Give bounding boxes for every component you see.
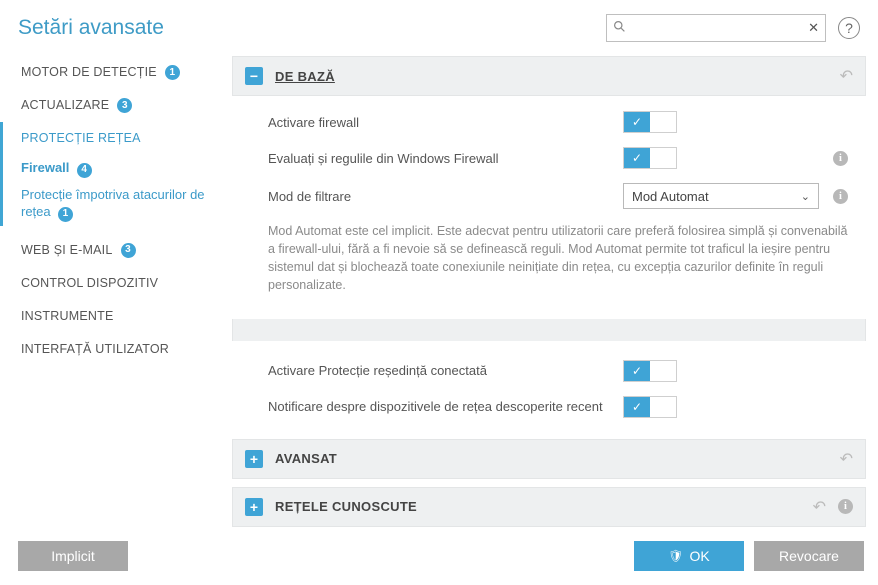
search-icon xyxy=(613,20,626,36)
check-icon: ✓ xyxy=(632,115,642,129)
info-icon[interactable]: i xyxy=(838,499,853,514)
row-label: Mod de filtrare xyxy=(268,189,613,204)
reset-icon[interactable]: ↶ xyxy=(813,497,826,517)
search-input[interactable] xyxy=(607,15,825,41)
section-gap xyxy=(232,319,866,341)
row-label: Evaluați și regulile din Windows Firewal… xyxy=(268,151,613,166)
sidebar-item-label: Firewall xyxy=(21,160,69,175)
row-notify-devices: Notificare despre dispozitivele de rețea… xyxy=(232,389,866,425)
cancel-button[interactable]: Revocare xyxy=(754,541,864,571)
toggle-enable-firewall[interactable]: ✓ xyxy=(623,111,677,133)
row-label: Notificare despre dispozitivele de rețea… xyxy=(268,399,613,414)
sidebar-item-ui[interactable]: INTERFAȚĂ UTILIZATOR xyxy=(0,333,232,366)
badge: 3 xyxy=(121,243,136,258)
row-filter-mode: Mod de filtrare Mod Automat ⌄ i xyxy=(232,176,866,216)
info-icon[interactable]: i xyxy=(833,151,848,166)
toggle-notify-devices[interactable]: ✓ xyxy=(623,396,677,418)
clear-icon[interactable]: ✕ xyxy=(808,20,819,36)
page-title: Setări avansate xyxy=(18,16,164,40)
ok-button-label: OK xyxy=(690,548,710,564)
select-value: Mod Automat xyxy=(632,189,709,204)
reset-icon[interactable]: ↶ xyxy=(840,449,853,469)
chevron-down-icon: ⌄ xyxy=(801,190,810,203)
section-header-networks[interactable]: + REȚELE CUNOSCUTE ↶ i xyxy=(232,487,866,527)
row-eval-win-rules: Evaluați și regulile din Windows Firewal… xyxy=(232,140,866,176)
help-button[interactable]: ? xyxy=(838,17,860,39)
sidebar-item-label: WEB ȘI E-MAIL xyxy=(21,243,113,258)
reset-icon[interactable]: ↶ xyxy=(840,66,853,86)
sidebar-item-label: CONTROL DISPOZITIV xyxy=(21,276,158,291)
sidebar-item-label: INSTRUMENTE xyxy=(21,309,113,324)
ok-button[interactable]: 🛡 OK xyxy=(634,541,744,571)
sidebar-item-tools[interactable]: INSTRUMENTE xyxy=(0,300,232,333)
default-button[interactable]: Implicit xyxy=(18,541,128,571)
section-title[interactable]: DE BAZĂ xyxy=(275,69,335,84)
expand-icon[interactable]: + xyxy=(245,498,263,516)
sidebar-item-label: MOTOR DE DETECȚIE xyxy=(21,65,157,80)
sidebar-item-label: ACTUALIZARE xyxy=(21,98,109,113)
sidebar-item-label: PROTECȚIE REȚEA xyxy=(21,131,141,146)
sidebar: MOTOR DE DETECȚIE 1 ACTUALIZARE 3 PROTEC… xyxy=(0,52,232,531)
sidebar-item-network[interactable]: PROTECȚIE REȚEA xyxy=(0,122,232,155)
sidebar-item-label: INTERFAȚĂ UTILIZATOR xyxy=(21,342,169,357)
section-header-advanced[interactable]: + AVANSAT ↶ xyxy=(232,439,866,479)
section-header-basic[interactable]: − DE BAZĂ ↶ xyxy=(232,56,866,96)
search-box[interactable]: ✕ xyxy=(606,14,826,42)
sidebar-sub-attack-protection[interactable]: Protecție împotriva atacurilor de rețea … xyxy=(0,182,232,226)
collapse-icon[interactable]: − xyxy=(245,67,263,85)
shield-icon: 🛡 xyxy=(668,549,683,563)
badge: 1 xyxy=(58,207,73,222)
content-pane: − DE BAZĂ ↶ Activare firewall ✓ xyxy=(232,52,878,531)
filter-mode-description: Mod Automat este cel implicit. Este adec… xyxy=(232,216,866,305)
sidebar-item-web-email[interactable]: WEB ȘI E-MAIL 3 xyxy=(0,234,232,267)
expand-icon[interactable]: + xyxy=(245,450,263,468)
toggle-home-protect[interactable]: ✓ xyxy=(623,360,677,382)
badge: 1 xyxy=(165,65,180,80)
badge: 3 xyxy=(117,98,132,113)
row-enable-firewall: Activare firewall ✓ xyxy=(232,104,866,140)
section-body-basic-2: Activare Protecție reședință conectată ✓… xyxy=(232,343,866,439)
section-title[interactable]: REȚELE CUNOSCUTE xyxy=(275,499,417,514)
toggle-eval-win-rules[interactable]: ✓ xyxy=(623,147,677,169)
check-icon: ✓ xyxy=(632,151,642,165)
sidebar-item-label: Protecție împotriva atacurilor de rețea xyxy=(21,187,205,220)
check-icon: ✓ xyxy=(632,400,642,414)
sidebar-item-detection[interactable]: MOTOR DE DETECȚIE 1 xyxy=(0,56,232,89)
badge: 4 xyxy=(77,163,92,178)
sidebar-sub-firewall[interactable]: Firewall 4 xyxy=(0,155,232,182)
sidebar-item-device-control[interactable]: CONTROL DISPOZITIV xyxy=(0,267,232,300)
info-icon[interactable]: i xyxy=(833,189,848,204)
row-label: Activare firewall xyxy=(268,115,613,130)
row-home-protect: Activare Protecție reședință conectată ✓ xyxy=(232,353,866,389)
section-body-basic: Activare firewall ✓ Evaluați și regulile… xyxy=(232,98,866,319)
check-icon: ✓ xyxy=(632,364,642,378)
select-filter-mode[interactable]: Mod Automat ⌄ xyxy=(623,183,819,209)
section-title[interactable]: AVANSAT xyxy=(275,451,337,466)
sidebar-item-update[interactable]: ACTUALIZARE 3 xyxy=(0,89,232,122)
row-label: Activare Protecție reședință conectată xyxy=(268,363,613,378)
